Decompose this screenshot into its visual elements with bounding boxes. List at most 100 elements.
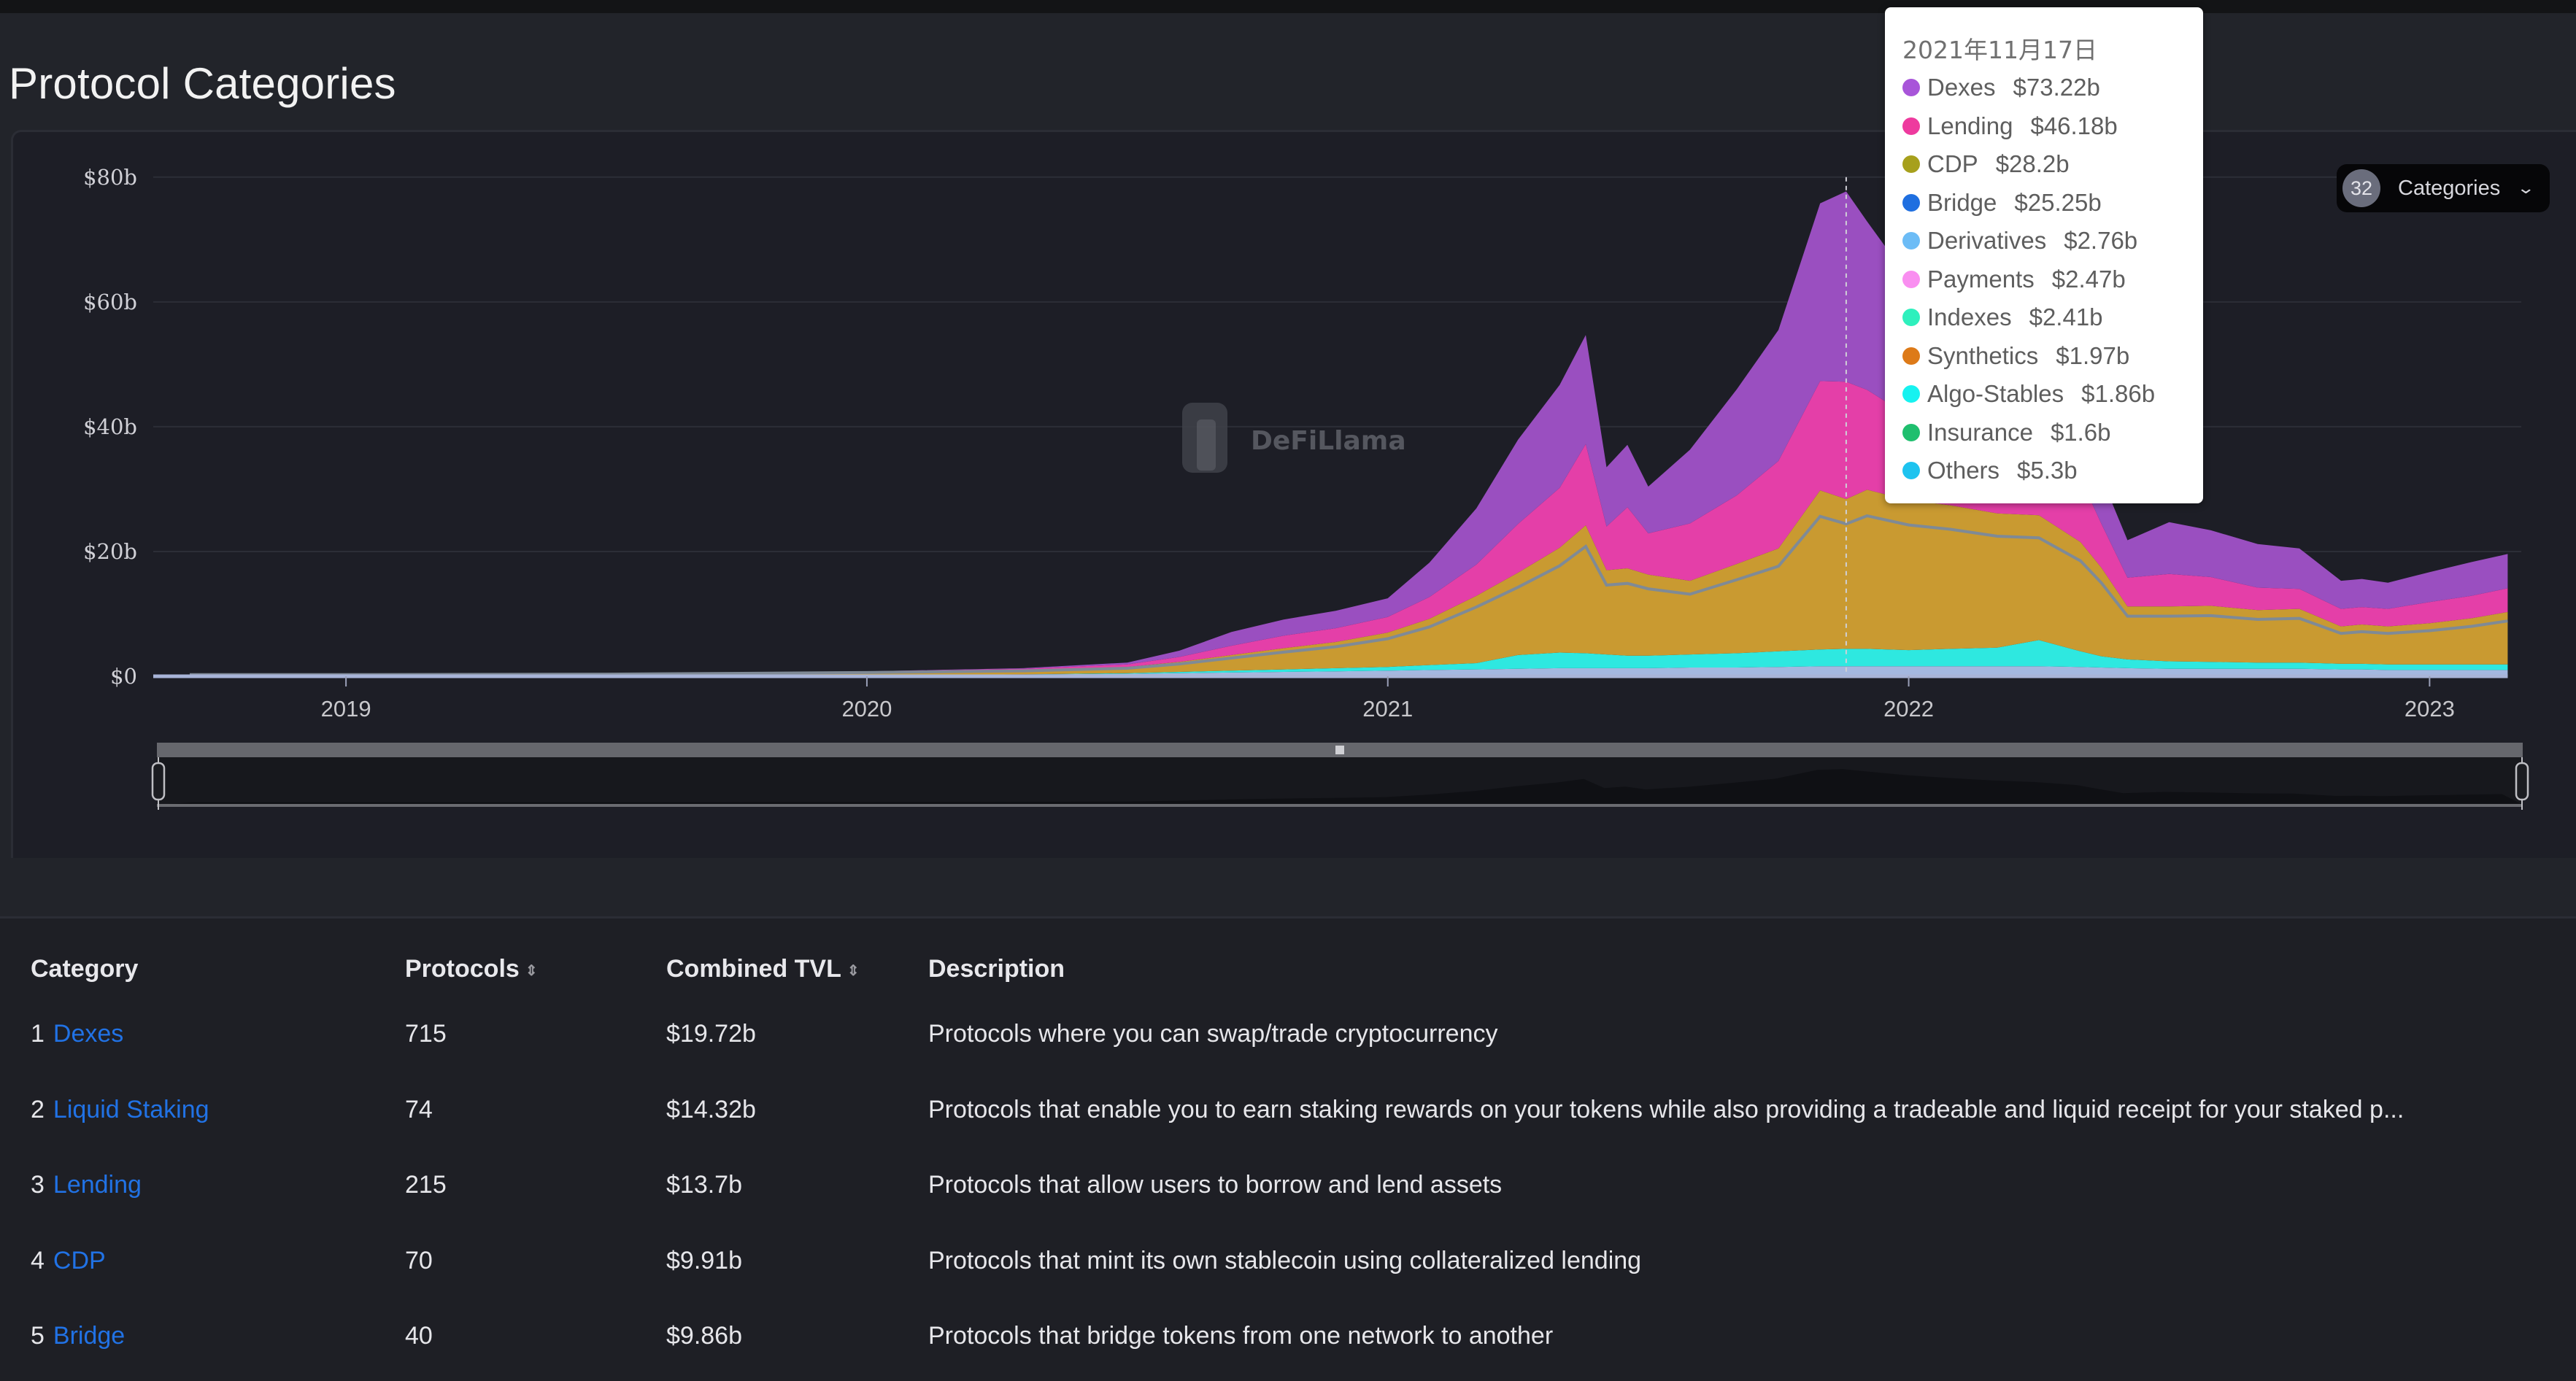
- tooltip-date: 2021年11月17日: [1902, 36, 2097, 64]
- category-cell: 4 CDP: [31, 1247, 106, 1275]
- legend-dot-icon: [1902, 309, 1920, 327]
- description-cell: Protocols that enable you to earn stakin…: [928, 1096, 2405, 1123]
- combined-tvl-cell: $14.32b: [666, 1096, 756, 1123]
- tooltip-item-name: Dexes: [1927, 74, 1996, 101]
- tooltip-item-name: Insurance: [1927, 418, 2033, 446]
- tooltip-items: Dexes $73.22b Lending $46.18b CDP $28.2b Bridg…: [1902, 69, 2203, 490]
- rank-number: 5: [31, 1322, 45, 1350]
- category-link[interactable]: Bridge: [53, 1322, 125, 1350]
- combined-tvl-cell: $9.91b: [666, 1247, 742, 1274]
- legend-dot-icon: [1902, 79, 1920, 97]
- y-tick-label: $60b: [83, 290, 137, 314]
- column-header-combined-tvl[interactable]: Combined TVL ⇕: [666, 955, 860, 983]
- rank-number: 1: [31, 1020, 45, 1048]
- protocols-count-cell: 215: [405, 1171, 447, 1199]
- tooltip-item: Payments $2.47b: [1902, 260, 2203, 299]
- tooltip-item-name: Payments: [1927, 265, 2035, 293]
- x-tick-label: 2023: [2405, 696, 2455, 722]
- category-link[interactable]: Dexes: [53, 1020, 123, 1048]
- tooltip-item: Others $5.3b: [1902, 452, 2203, 490]
- chart-tooltip: 2021年11月17日 Dexes $73.22b Lending $46.18b CD…: [1885, 7, 2203, 503]
- y-tick-label: $80b: [83, 165, 137, 190]
- legend-dot-icon: [1902, 270, 1920, 288]
- protocols-count-cell: 70: [405, 1247, 433, 1274]
- defillama-watermark: DeFiLlama: [1182, 403, 1406, 473]
- legend-dot-icon: [1902, 232, 1920, 250]
- legend-dot-icon: [1902, 462, 1920, 480]
- y-tick-label: $40b: [83, 414, 137, 439]
- tooltip-item-name: Algo-Stables: [1927, 380, 2064, 408]
- legend-dot-icon: [1902, 193, 1920, 212]
- column-header-description: Description: [928, 955, 1065, 983]
- tooltip-item-value: $28.2b: [1995, 150, 2070, 178]
- tooltip-item: Synthetics $1.97b: [1902, 337, 2203, 376]
- category-cell: 2 Liquid Staking: [31, 1096, 209, 1124]
- x-tick-label: 2020: [841, 696, 892, 722]
- category-link[interactable]: CDP: [53, 1247, 106, 1274]
- category-link[interactable]: Liquid Staking: [53, 1096, 209, 1123]
- y-tick-label: $20b: [83, 539, 137, 564]
- tooltip-item-value: $73.22b: [2013, 74, 2100, 101]
- tooltip-item-name: Synthetics: [1927, 341, 2039, 369]
- tooltip-item-value: $2.76b: [2064, 227, 2138, 255]
- tooltip-item-value: $46.18b: [2030, 112, 2118, 139]
- llama-logo-body: [1197, 419, 1216, 471]
- categories-button-label: Categories: [2398, 176, 2501, 200]
- tooltip-item: Insurance $1.6b: [1902, 414, 2203, 452]
- y-tick-label: $0: [110, 664, 137, 689]
- combined-tvl-cell: $9.86b: [666, 1322, 742, 1350]
- x-tick-label: 2021: [1362, 696, 1413, 722]
- legend-dot-icon: [1902, 423, 1920, 441]
- x-tick-label: 2022: [1883, 696, 1934, 722]
- column-header-protocols[interactable]: Protocols ⇕: [405, 955, 538, 983]
- protocols-count-cell: 40: [405, 1322, 433, 1350]
- legend-dot-icon: [1902, 385, 1920, 403]
- datazoom-slider[interactable]: [151, 743, 2529, 810]
- tooltip-item: Dexes $73.22b: [1902, 69, 2203, 107]
- description-cell: Protocols that mint its own stablecoin u…: [928, 1247, 1642, 1274]
- tooltip-item-name: Derivatives: [1927, 227, 2047, 255]
- description-cell: Protocols that bridge tokens from one ne…: [928, 1322, 1554, 1350]
- tvl-header-label: Combined TVL: [666, 955, 841, 983]
- tooltip-item-value: $1.86b: [2081, 380, 2156, 408]
- tooltip-item-name: Others: [1927, 457, 2000, 484]
- category-cell: 5 Bridge: [31, 1322, 125, 1350]
- combined-tvl-cell: $19.72b: [666, 1020, 756, 1048]
- protocols-count-cell: 74: [405, 1096, 433, 1123]
- tooltip-item-value: $1.97b: [2056, 341, 2130, 369]
- rank-number: 4: [31, 1247, 45, 1274]
- tooltip-item: Derivatives $2.76b: [1902, 222, 2203, 260]
- categories-count-badge: 32: [2342, 169, 2380, 207]
- rank-number: 2: [31, 1096, 45, 1123]
- tooltip-item-name: Bridge: [1927, 188, 1997, 216]
- categories-dropdown-button[interactable]: 32 Categories ⌄: [2337, 164, 2550, 212]
- sort-icon[interactable]: ⇕: [525, 963, 538, 979]
- sort-icon[interactable]: ⇕: [847, 963, 860, 979]
- y-axis: $0 $20b $40b $60b $80b: [83, 165, 137, 689]
- column-header-category: Category: [31, 955, 139, 983]
- protocols-count-cell: 715: [405, 1020, 447, 1048]
- tooltip-item-value: $2.41b: [2029, 303, 2103, 331]
- legend-dot-icon: [1902, 155, 1920, 174]
- tooltip-item-value: $25.25b: [2014, 188, 2102, 216]
- tooltip-item-value: $2.47b: [2051, 265, 2126, 293]
- tooltip-item: CDP $28.2b: [1902, 145, 2203, 184]
- protocols-header-label: Protocols: [405, 955, 520, 983]
- datazoom-move-handle[interactable]: [1335, 746, 1344, 754]
- category-cell: 1 Dexes: [31, 1020, 123, 1048]
- categories-table: Category Protocols ⇕ Combined TVL ⇕ Descri…: [0, 916, 2576, 1381]
- tooltip-item-value: $1.6b: [2050, 418, 2111, 446]
- tooltip-item-name: CDP: [1927, 150, 1978, 178]
- tooltip-item-value: $5.3b: [2017, 457, 2078, 484]
- tooltip-item-name: Lending: [1927, 112, 2013, 139]
- description-cell: Protocols that allow users to borrow and…: [928, 1171, 1503, 1199]
- tooltip-item: Indexes $2.41b: [1902, 298, 2203, 337]
- combined-tvl-cell: $13.7b: [666, 1171, 742, 1199]
- x-tick-label: 2019: [321, 696, 371, 722]
- x-axis: 2019 2020 2021 2022 2023: [321, 676, 2455, 722]
- tooltip-item: Bridge $25.25b: [1902, 184, 2203, 223]
- chevron-down-icon: ⌄: [2516, 179, 2536, 197]
- tooltip-item: Lending $46.18b: [1902, 107, 2203, 146]
- tooltip-item: Algo-Stables $1.86b: [1902, 375, 2203, 414]
- category-link[interactable]: Lending: [53, 1171, 142, 1199]
